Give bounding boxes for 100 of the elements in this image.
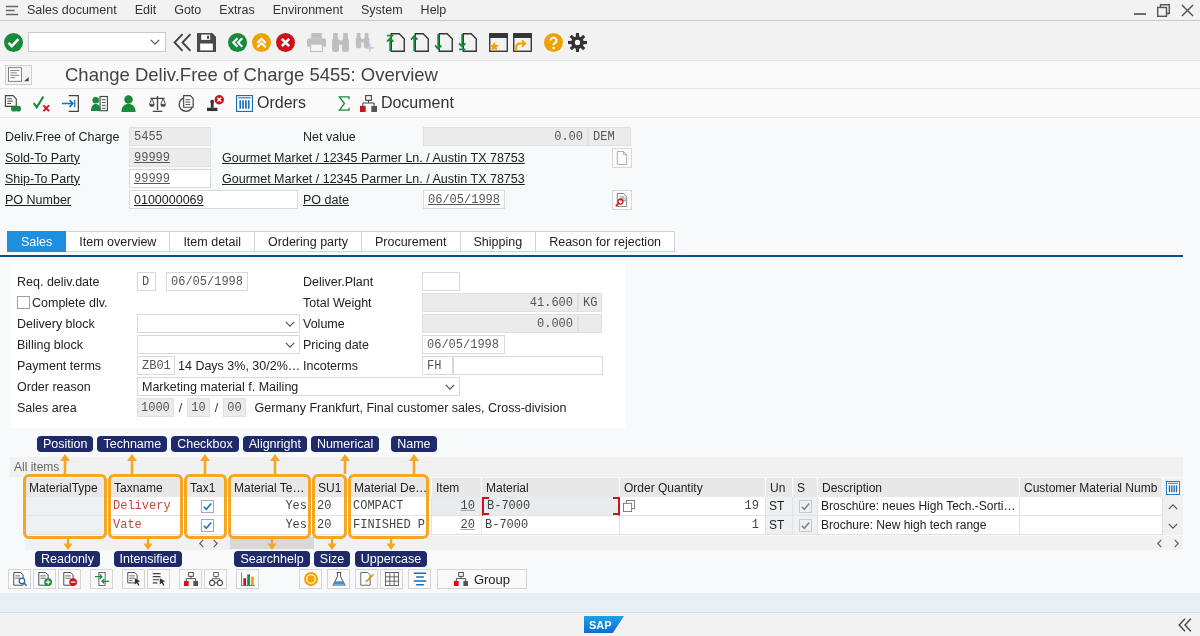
column-header[interactable]: MaterialType: [25, 478, 110, 497]
column-grid-icon[interactable]: [1166, 480, 1180, 495]
input-field[interactable]: 06/05/1998: [166, 272, 248, 291]
table-cell[interactable]: [1020, 516, 1163, 535]
table-cell[interactable]: 19: [620, 497, 766, 516]
menu-item[interactable]: Extras: [219, 3, 255, 17]
scales-icon[interactable]: [149, 94, 166, 112]
checkbox[interactable]: [17, 296, 30, 309]
toolbar-button[interactable]: [408, 569, 431, 589]
field-link[interactable]: Sold-To Party: [0, 150, 129, 165]
document-search-button[interactable]: [612, 189, 632, 210]
arrow-into-box-icon[interactable]: [62, 94, 79, 112]
table-cell[interactable]: [1020, 497, 1163, 516]
screen-menu-button[interactable]: [5, 64, 32, 85]
table-cell[interactable]: 1: [620, 516, 766, 535]
document-button[interactable]: Document: [359, 94, 454, 112]
table-cell[interactable]: Yes: [230, 497, 314, 516]
toolbar-button[interactable]: [147, 569, 170, 589]
double-chevron-left-icon[interactable]: [173, 32, 192, 52]
double-chevron-left-icon[interactable]: [1178, 617, 1192, 632]
column-header[interactable]: Material: [482, 478, 620, 497]
dropdown-field[interactable]: [137, 335, 300, 354]
input-field[interactable]: 0100000069: [129, 190, 298, 209]
tab[interactable]: Reason for rejection: [536, 231, 676, 252]
toolbar-button[interactable]: [236, 569, 259, 589]
column-header[interactable]: S: [793, 478, 818, 497]
cross-circle-icon[interactable]: [276, 32, 295, 52]
table-cell[interactable]: 20: [432, 516, 482, 535]
toolbar-button[interactable]: [204, 569, 227, 589]
toolbar-button[interactable]: [380, 569, 403, 589]
toolbar-button[interactable]: [90, 569, 113, 589]
person-card-icon[interactable]: [91, 94, 108, 112]
document-circle-icon[interactable]: [178, 94, 195, 112]
column-header[interactable]: Customer Material Numb: [1020, 478, 1163, 497]
toolbar-button[interactable]: [122, 569, 145, 589]
tab[interactable]: Item overview: [66, 231, 171, 252]
table-cell[interactable]: B-7000: [482, 516, 620, 535]
page-double-down-arrow-icon[interactable]: [458, 32, 477, 52]
toolbar-button[interactable]: [179, 569, 202, 589]
restore-icon[interactable]: [1157, 3, 1170, 17]
input-field[interactable]: ZB01: [137, 356, 175, 375]
close-icon[interactable]: [1181, 3, 1194, 17]
field-link[interactable]: Ship-To Party: [0, 171, 129, 186]
chevron-right-icon[interactable]: [212, 538, 218, 548]
menu-item[interactable]: Environment: [272, 3, 343, 17]
dropdown-field[interactable]: Marketing material f. Mailing: [137, 377, 460, 396]
table-cell[interactable]: Yes: [230, 516, 314, 535]
checkbox[interactable]: [798, 518, 812, 532]
input-field[interactable]: 99999: [129, 169, 211, 188]
menu-item[interactable]: Goto: [174, 3, 202, 17]
stamp-cross-icon[interactable]: [207, 94, 224, 112]
chevron-left-icon[interactable]: [198, 538, 204, 548]
toolbar-button[interactable]: [58, 569, 81, 589]
table-cell[interactable]: B-7000: [482, 497, 620, 516]
double-chevron-circle-icon[interactable]: [228, 32, 247, 52]
chevron-right-icon[interactable]: [1174, 538, 1179, 548]
command-field[interactable]: [28, 32, 166, 52]
table-cell[interactable]: Broschüre: neues High Tech.-Sorti…: [818, 497, 1020, 516]
input-field[interactable]: D: [137, 272, 156, 291]
page-up-arrow-icon[interactable]: [410, 32, 429, 52]
field-link[interactable]: PO Number: [0, 192, 129, 207]
menu-item[interactable]: System: [360, 3, 403, 17]
toolbar-button[interactable]: [327, 569, 350, 589]
tab[interactable]: Ordering party: [255, 231, 362, 252]
page-down-arrow-icon[interactable]: [434, 32, 453, 52]
menu-item[interactable]: Help: [420, 3, 447, 17]
column-header[interactable]: Order Quantity: [620, 478, 766, 497]
chevron-down-icon[interactable]: [1168, 522, 1178, 529]
column-header[interactable]: Un: [766, 478, 793, 497]
overlapping-squares-icon[interactable]: [623, 500, 635, 512]
menu-icon[interactable]: [5, 4, 19, 16]
field-link[interactable]: PO date: [303, 192, 423, 207]
page-double-up-arrow-icon[interactable]: [386, 32, 405, 52]
document-glasses-icon[interactable]: [4, 94, 21, 112]
orders-button[interactable]: Orders: [236, 94, 306, 112]
chevron-left-icon[interactable]: [1157, 538, 1162, 548]
check-circle-icon[interactable]: [4, 32, 23, 52]
group-button[interactable]: Group: [437, 569, 527, 589]
toolbar-button[interactable]: [8, 569, 31, 589]
checkbox[interactable]: [201, 499, 214, 513]
check-cross-icon[interactable]: [33, 94, 50, 112]
input-field[interactable]: [422, 272, 460, 291]
dropdown-field[interactable]: [137, 314, 300, 333]
input-field[interactable]: [453, 356, 603, 375]
table-cell[interactable]: FINISHED P: [350, 516, 432, 535]
address-link[interactable]: Gourmet Market / 12345 Parmer Ln. / Austin TX 78753: [222, 150, 525, 165]
tab[interactable]: Item detail: [170, 231, 256, 252]
chevron-up-icon[interactable]: [1168, 503, 1178, 510]
tab[interactable]: Shipping: [460, 231, 537, 252]
input-field[interactable]: FH: [422, 356, 453, 375]
checkbox[interactable]: [201, 518, 214, 532]
menu-item[interactable]: Sales document: [27, 3, 117, 17]
menu-item[interactable]: Edit: [134, 3, 157, 17]
column-header[interactable]: Item: [432, 478, 482, 497]
table-cell[interactable]: COMPACT: [350, 497, 432, 516]
tab[interactable]: Procurement: [361, 231, 461, 252]
column-header[interactable]: Description: [818, 478, 1020, 497]
input-field[interactable]: 06/05/1998: [423, 190, 505, 209]
sigma-icon[interactable]: [337, 95, 350, 111]
checkbox[interactable]: [798, 499, 812, 513]
